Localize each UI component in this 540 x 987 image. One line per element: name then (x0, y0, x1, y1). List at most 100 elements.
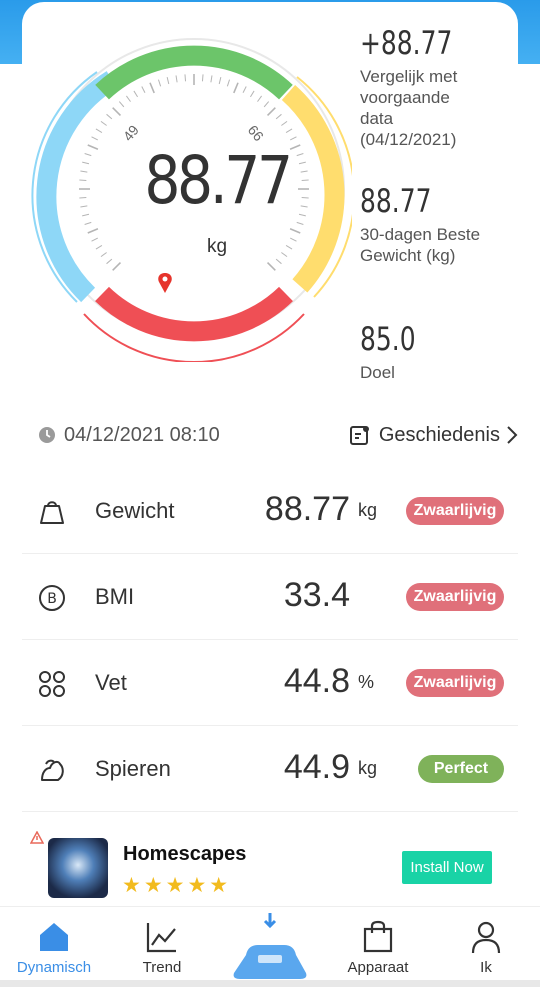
status-badge: Zwaarlijvig (406, 583, 504, 611)
trend-chart-icon (146, 923, 176, 953)
metric-unit: kg (358, 500, 378, 520)
current-weight-value: 88.77 (144, 142, 293, 219)
metric-value: 88.77 (264, 490, 350, 528)
metric-row-muscle[interactable]: Spieren 44.9 kg Perfect (22, 726, 518, 812)
gauge-tick (218, 77, 222, 85)
gauge-tick (106, 113, 113, 120)
gauge-tick (266, 261, 276, 271)
gauge-tick (263, 101, 270, 108)
tab-label: Apparaat (347, 959, 409, 976)
gauge-tick (82, 213, 90, 217)
gauge-tick (166, 77, 170, 85)
measurement-datetime: 04/12/2021 08:10 (64, 423, 220, 446)
compare-stat: +88.77 Vergelijk met voorgaande data (04… (360, 24, 530, 150)
tab-ik[interactable]: Ik (436, 907, 536, 987)
gauge-tick (275, 113, 282, 120)
status-badge: Zwaarlijvig (406, 497, 504, 525)
metric-row-fat[interactable]: Vet 44.8 % Zwaarlijvig (22, 640, 518, 726)
best-weight-stat: 88.77 30-dagen Beste Gewicht (kg) (360, 182, 530, 266)
tab-label: Trend (142, 959, 182, 976)
compare-value: +88.77 (360, 24, 453, 62)
gauge-tick (257, 95, 262, 102)
metric-unit: % (358, 672, 375, 692)
muscle-icon (41, 759, 64, 781)
gauge-tick (126, 95, 131, 102)
gauge-tick (79, 196, 87, 199)
clock-icon (39, 427, 55, 443)
tab-scale[interactable] (220, 907, 320, 987)
gauge-tick (290, 136, 297, 141)
goal-value: 85.0 (360, 320, 416, 358)
gauge-tick (210, 75, 213, 83)
ad-banner[interactable]: Homescapes ★★★★★ Install Now (22, 825, 518, 903)
metric-value: 44.8 (283, 662, 350, 700)
tab-label: Dynamisch (16, 959, 92, 976)
best-weight-label: 30-dagen Beste Gewicht (kg) (360, 225, 481, 265)
shopping-bag-icon (363, 920, 393, 953)
metric-label: Gewicht (95, 498, 175, 523)
scale-bag-icon (40, 501, 64, 524)
gauge-tick (79, 179, 87, 182)
tab-apparaat[interactable]: Apparaat (328, 907, 428, 987)
tab-trend[interactable]: Trend (112, 907, 212, 987)
fat-icon (39, 671, 65, 697)
scale-icon (233, 913, 307, 979)
metric-label: Vet (95, 670, 127, 695)
gauge-tick (82, 161, 90, 165)
ad-warning-icon (30, 831, 44, 844)
ad-title[interactable]: Homescapes (123, 843, 246, 866)
gauge-tick (95, 128, 103, 133)
tab-label: Ik (480, 959, 492, 976)
gauge-tick (133, 90, 138, 98)
gauge-tick (281, 121, 288, 126)
gauge-segment-green (95, 45, 293, 100)
goal-stat[interactable]: 85.0 Doel (360, 320, 530, 378)
goal-label: Doel (360, 363, 395, 378)
tab-dynamisch[interactable]: Dynamisch (4, 907, 104, 987)
status-badge: Zwaarlijvig (406, 669, 504, 697)
history-label: Geschiedenis (378, 423, 500, 446)
gauge-tick (87, 228, 99, 234)
gauge-tick (118, 101, 125, 108)
gauge-tick (106, 258, 113, 265)
chevron-right-icon (507, 426, 518, 444)
gauge-tick (242, 86, 247, 93)
ad-app-image[interactable] (48, 838, 108, 898)
metric-label: BMI (95, 584, 135, 609)
gauge-tick (289, 228, 301, 234)
current-weight-unit: kg (206, 236, 228, 257)
gauge-tick (141, 86, 146, 93)
gauge-tick (233, 82, 239, 94)
gauge-tick (149, 82, 155, 94)
bottom-tab-bar: Dynamisch Trend Apparaat Ik (0, 906, 540, 987)
gauge-tick (84, 221, 92, 226)
gauge-tick (91, 136, 98, 141)
metric-value: 33.4 (283, 576, 350, 614)
gauge-tick (175, 75, 178, 83)
gauge-tick (285, 128, 293, 133)
history-link[interactable]: Geschiedenis (349, 418, 518, 452)
ad-rating-stars: ★★★★★ (122, 874, 232, 897)
gauge-tick (275, 258, 282, 265)
metric-value: 44.9 (283, 748, 350, 786)
metric-row-bmi[interactable]: B BMI 33.4 Zwaarlijvig (22, 554, 518, 640)
gauge-tick (296, 221, 304, 226)
metric-row-weight[interactable]: Gewicht 88.77 kg Zwaarlijvig (22, 468, 518, 554)
status-badge: Perfect (418, 755, 504, 783)
gauge-tick (201, 74, 204, 82)
gauge-marker-icon (158, 273, 172, 293)
gauge-tick (87, 144, 99, 150)
gauge-tick (80, 170, 88, 173)
measurement-date-row: 04/12/2021 08:10 Geschiedenis (38, 418, 518, 452)
svg-text:B: B (47, 591, 57, 607)
history-icon (349, 426, 369, 445)
gauge-tick (250, 90, 255, 98)
metric-label: Spieren (95, 756, 171, 781)
gauge-tick (112, 261, 122, 271)
gauge-tick (266, 107, 276, 117)
best-weight-value: 88.77 (360, 182, 432, 220)
gauge-tick (80, 205, 88, 208)
home-icon (40, 923, 68, 951)
install-now-button[interactable]: Install Now (402, 851, 492, 884)
bmi-icon: B (39, 585, 65, 611)
